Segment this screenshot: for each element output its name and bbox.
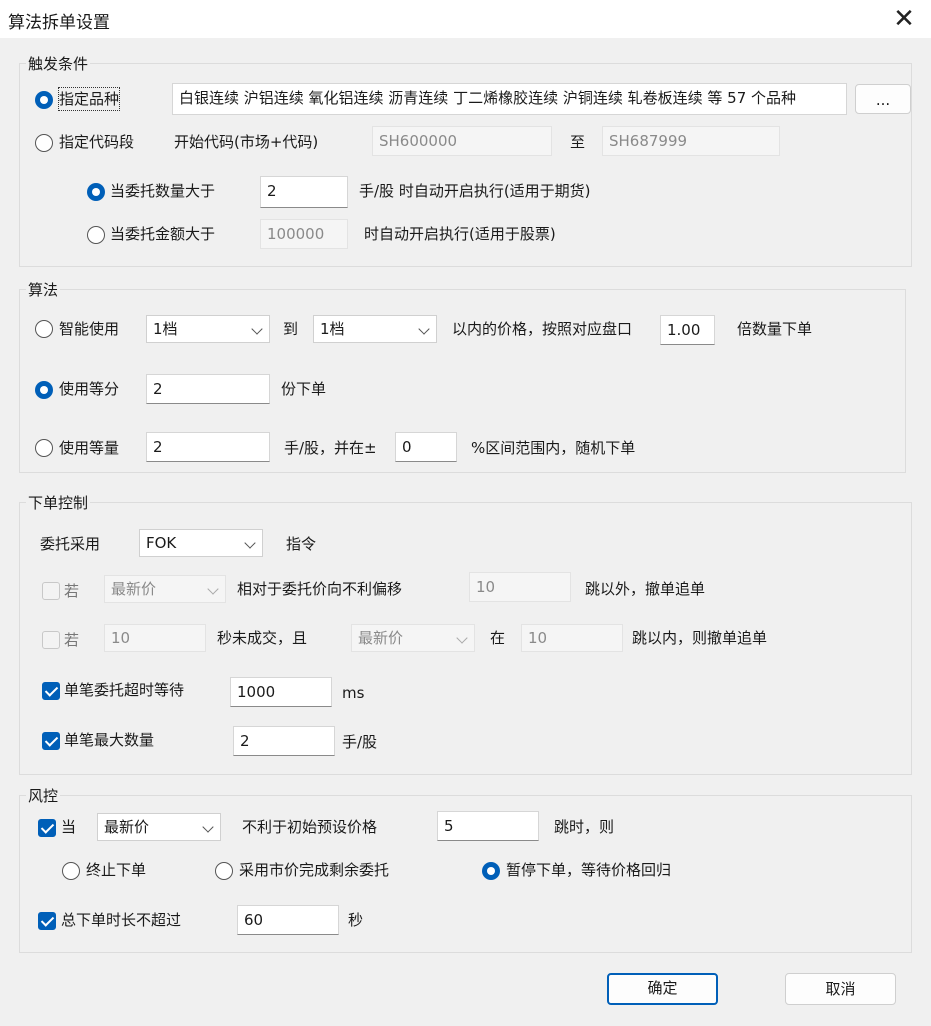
chase-timeout-suffix: 跳以内，则撤单追单	[632, 629, 768, 647]
start-code-label: 开始代码(市场+代码)	[174, 133, 319, 151]
chase-offset-label: 若	[64, 582, 80, 600]
chase-timeout-price-value: 最新价	[358, 629, 404, 647]
chevron-down-icon	[418, 323, 430, 335]
smart-to-select[interactable]: 1档	[313, 315, 437, 343]
timeout-checkbox[interactable]	[42, 682, 60, 700]
equal-qty-radio[interactable]	[35, 439, 53, 457]
trigger-group-title: 触发条件	[26, 53, 91, 74]
algorithm-group-title: 算法	[26, 279, 61, 300]
timeout-unit: ms	[342, 684, 365, 702]
amount-threshold-input[interactable]: 100000	[260, 219, 348, 249]
smart-from-value: 1档	[153, 320, 178, 338]
max-qty-input[interactable]: 2	[233, 726, 335, 756]
entrust-type-select[interactable]: FOK	[139, 529, 263, 557]
window-title: 算法拆单设置	[8, 13, 110, 33]
equal-qty-input[interactable]: 2	[146, 432, 270, 462]
chase-offset-ticks-input[interactable]: 10	[469, 572, 571, 602]
chevron-down-icon	[456, 632, 468, 644]
multiplier-input[interactable]: 1.00	[660, 315, 715, 345]
chase-offset-price-value: 最新价	[111, 580, 157, 598]
qty-radio[interactable]	[87, 183, 105, 201]
end-code-input[interactable]: SH687999	[602, 126, 780, 156]
chevron-down-icon	[202, 821, 214, 833]
code-range-label[interactable]: 指定代码段	[59, 131, 134, 153]
chase-offset-price-select[interactable]: 最新价	[104, 575, 226, 603]
equal-parts-suffix: 份下单	[281, 380, 327, 398]
risk-when-label[interactable]: 当	[61, 816, 76, 838]
to-label: 至	[570, 133, 586, 151]
chase-timeout-checkbox[interactable]	[42, 631, 60, 649]
risk-price-select[interactable]: 最新价	[97, 813, 221, 841]
variety-list-field[interactable]: 白银连续 沪铝连续 氧化铝连续 沥青连续 丁二烯橡胶连续 沪铜连续 轧卷板连续 …	[172, 83, 847, 115]
risk-when-mid: 不利于初始预设价格	[242, 818, 378, 836]
max-qty-label[interactable]: 单笔最大数量	[64, 729, 154, 751]
chase-offset-suffix: 跳以外，撤单追单	[585, 580, 706, 598]
browse-button[interactable]: ...	[855, 84, 911, 114]
chase-offset-mid: 相对于委托价向不利偏移	[237, 580, 403, 598]
entrust-type-value: FOK	[146, 534, 177, 552]
variety-radio[interactable]	[35, 91, 53, 109]
entrust-suffix: 指令	[286, 535, 317, 553]
risk-when-suffix: 跳时，则	[554, 818, 615, 836]
chevron-down-icon	[207, 583, 219, 595]
chase-timeout-seconds-input[interactable]: 10	[104, 624, 206, 652]
equal-parts-input[interactable]: 2	[146, 374, 270, 404]
chase-timeout-price-select[interactable]: 最新价	[351, 624, 475, 652]
variety-radio-label[interactable]: 指定品种	[57, 87, 121, 111]
smart-from-select[interactable]: 1档	[146, 315, 270, 343]
close-icon[interactable]: ✕	[886, 2, 922, 36]
code-range-radio[interactable]	[35, 134, 53, 152]
qty-threshold-input[interactable]: 2	[260, 176, 348, 208]
qty-suffix: 手/股 时自动开启执行(适用于期货)	[359, 182, 591, 200]
smart-suffix: 倍数量下单	[737, 320, 813, 338]
amount-option-label[interactable]: 当委托金额大于	[110, 223, 215, 245]
max-qty-unit: 手/股	[342, 733, 378, 751]
risk-price-value: 最新价	[104, 818, 150, 836]
chase-offset-checkbox[interactable]	[42, 582, 60, 600]
title-bar: 算法拆单设置 ✕	[0, 0, 931, 38]
equal-parts-label[interactable]: 使用等分	[59, 378, 119, 400]
risk-when-checkbox[interactable]	[38, 819, 56, 837]
risk-group-title: 风控	[26, 785, 61, 806]
timeout-input[interactable]: 1000	[230, 677, 332, 707]
amount-radio[interactable]	[87, 226, 105, 244]
chevron-down-icon	[251, 323, 263, 335]
smart-label[interactable]: 智能使用	[59, 318, 119, 340]
chevron-down-icon	[244, 537, 256, 549]
equal-qty-label[interactable]: 使用等量	[59, 437, 119, 459]
chase-timeout-in: 在	[490, 629, 506, 647]
entrust-label: 委托采用	[40, 535, 101, 553]
chase-timeout-label: 若	[64, 631, 80, 649]
equal-parts-radio[interactable]	[35, 381, 53, 399]
smart-radio[interactable]	[35, 320, 53, 338]
duration-input[interactable]: 60	[237, 905, 339, 935]
order-control-group-title: 下单控制	[26, 492, 91, 513]
market-complete-label[interactable]: 采用市价完成剩余委托	[239, 859, 389, 881]
pause-order-label[interactable]: 暂停下单，等待价格回归	[506, 859, 671, 881]
smart-to-value: 1档	[320, 320, 345, 338]
timeout-label[interactable]: 单笔委托超时等待	[64, 679, 184, 701]
range-input[interactable]: 0	[395, 432, 457, 462]
stop-order-label[interactable]: 终止下单	[86, 859, 146, 881]
qty-option-label[interactable]: 当委托数量大于	[110, 180, 215, 202]
amount-suffix: 时自动开启执行(适用于股票)	[364, 225, 556, 243]
start-code-input[interactable]: SH600000	[372, 126, 552, 156]
duration-unit: 秒	[348, 911, 364, 929]
risk-ticks-input[interactable]: 5	[437, 811, 539, 841]
stop-order-radio[interactable]	[62, 862, 80, 880]
market-complete-radio[interactable]	[215, 862, 233, 880]
max-qty-checkbox[interactable]	[42, 732, 60, 750]
chase-timeout-mid: 秒未成交，且	[217, 629, 308, 647]
pause-order-radio[interactable]	[482, 862, 500, 880]
duration-checkbox[interactable]	[38, 912, 56, 930]
ok-button[interactable]: 确定	[607, 973, 718, 1005]
duration-label[interactable]: 总下单时长不超过	[61, 909, 181, 931]
chase-timeout-ticks-input[interactable]: 10	[521, 624, 623, 652]
smart-to-label: 到	[283, 320, 299, 338]
smart-mid-label: 以内的价格，按照对应盘口	[452, 320, 633, 338]
equal-qty-mid: 手/股，并在±	[284, 439, 377, 457]
equal-qty-suffix: %区间范围内，随机下单	[471, 439, 636, 457]
cancel-button[interactable]: 取消	[785, 973, 896, 1005]
